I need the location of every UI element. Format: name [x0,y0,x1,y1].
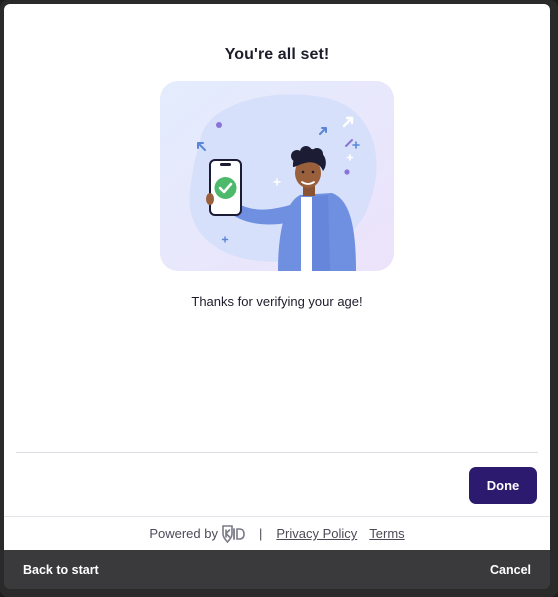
powered-by: Powered by [149,524,245,543]
divider [16,452,538,453]
kid-shield-logo [221,524,245,543]
check-circle-icon [214,177,237,199]
verification-dialog: You're all set! Thanks for verifying you… [4,4,550,550]
privacy-policy-link[interactable]: Privacy Policy [276,526,357,541]
confirmation-message: Thanks for verifying your age! [191,294,363,309]
done-button[interactable]: Done [469,467,537,504]
cancel-button[interactable]: Cancel [490,563,531,577]
powered-by-label: Powered by [149,526,218,541]
person-holding-phone-illustration [160,81,394,271]
terms-link[interactable]: Terms [369,526,404,541]
success-illustration [160,81,394,271]
back-to-start-button[interactable]: Back to start [23,563,99,577]
dialog-footer: Powered by | Privacy Policy Terms [4,516,550,550]
bottom-navigation-bar: Back to start Cancel [4,550,550,589]
footer-separator: | [258,526,263,541]
dialog-title: You're all set! [224,46,330,63]
